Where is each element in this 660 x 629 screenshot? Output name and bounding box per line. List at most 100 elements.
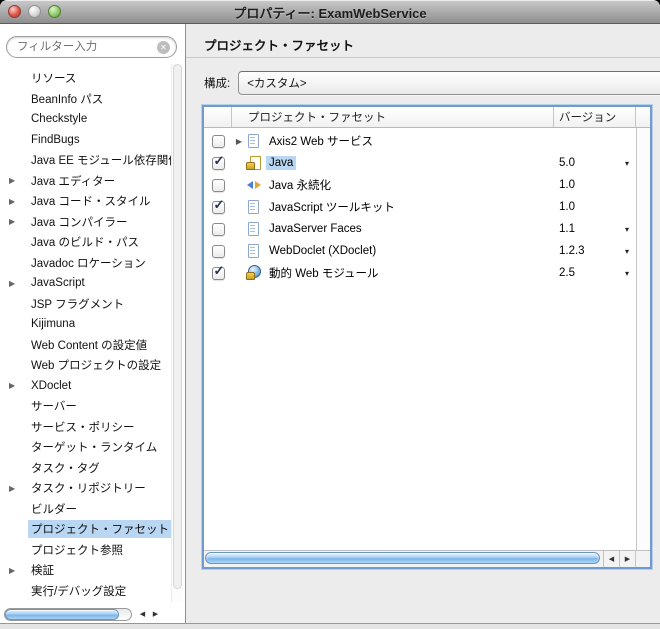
- sidebar-item[interactable]: ▶BeanInfo パス: [0, 89, 185, 110]
- sidebar-vertical-scrollbar[interactable]: [171, 64, 183, 603]
- expander-icon[interactable]: ▶: [9, 484, 15, 493]
- sidebar-item[interactable]: ▶ターゲット・ランタイム: [0, 437, 185, 458]
- facet-table: プロジェクト・ファセット バージョン ✓ ▶Axis2 Web サービス ▾ ✓: [202, 105, 652, 569]
- sidebar-item[interactable]: ▶XDoclet: [0, 376, 185, 397]
- title-bar[interactable]: プロパティー: ExamWebService: [0, 1, 660, 24]
- filter-input[interactable]: [6, 36, 177, 58]
- facet-version: 1.2.3: [559, 245, 585, 257]
- sidebar-item[interactable]: ▶Java EE モジュール依存関係: [0, 150, 185, 171]
- sidebar-item[interactable]: ▶Java コード・スタイル: [0, 191, 185, 212]
- version-menu-icon[interactable]: ▾: [625, 159, 629, 168]
- expander-icon[interactable]: ▶: [232, 137, 246, 146]
- table-row[interactable]: ✓ ▶Java 永続化 1.0▾: [204, 174, 636, 196]
- sidebar-item-label: Javadoc ロケーション: [28, 254, 149, 272]
- scrollbar-track[interactable]: [4, 608, 132, 621]
- sidebar-item[interactable]: ▶リソース: [0, 68, 185, 89]
- table-row[interactable]: ✓ ▶動的 Web モジュール 2.5▾: [204, 262, 636, 284]
- facet-checkbox[interactable]: ✓: [212, 201, 225, 214]
- sidebar-item[interactable]: ▶Web Content の設定値: [0, 335, 185, 356]
- version-menu-icon[interactable]: ▾: [625, 225, 629, 234]
- facet-column-header: プロジェクト・ファセット: [232, 107, 554, 127]
- facet-label: JavaScript ツールキット: [266, 198, 398, 216]
- sidebar-item-label: Java エディター: [28, 172, 118, 190]
- window-bottom-edge: [0, 623, 660, 629]
- facet-checkbox[interactable]: ✓: [212, 267, 225, 280]
- minimize-button[interactable]: [28, 5, 41, 18]
- check-icon: ✓: [214, 153, 225, 169]
- facet-checkbox[interactable]: ✓: [212, 179, 225, 192]
- sidebar-item[interactable]: ▶プロジェクト参照: [0, 540, 185, 561]
- configuration-combo[interactable]: <カスタム>: [238, 71, 660, 95]
- sidebar-item[interactable]: ▶ 検証: [0, 560, 185, 581]
- facet-checkbox[interactable]: ✓: [212, 135, 225, 148]
- window-content: ✕ ▶リソース ▶BeanInfo パス ▶Checkstyle ▶FindBu…: [0, 24, 660, 623]
- facet-checkbox[interactable]: ✓: [212, 245, 225, 258]
- facet-checkbox[interactable]: ✓: [212, 223, 225, 236]
- sidebar-item[interactable]: ▶Javadoc ロケーション: [0, 253, 185, 274]
- sidebar-item[interactable]: ▶ Java エディター: [0, 171, 185, 192]
- sidebar-item[interactable]: ▶Java コンパイラー: [0, 212, 185, 233]
- facet-label: Java 永続化: [266, 176, 334, 194]
- sidebar-item-project-facets[interactable]: ▶プロジェクト・ファセット: [0, 519, 185, 540]
- table-row[interactable]: ✓ ▶Java 5.0▾: [204, 152, 636, 174]
- table-row[interactable]: ✓ ▶WebDoclet (XDoclet) 1.2.3▾: [204, 240, 636, 262]
- sidebar-item[interactable]: ▶ビルダー: [0, 499, 185, 520]
- table-vertical-scrollbar[interactable]: [636, 128, 650, 550]
- zoom-button[interactable]: [48, 5, 61, 18]
- expander-icon[interactable]: ▶: [9, 217, 15, 226]
- sidebar-item[interactable]: ▶Checkstyle: [0, 109, 185, 130]
- expander-icon[interactable]: ▶: [9, 381, 15, 390]
- sidebar-item-label: プロジェクト参照: [28, 541, 126, 559]
- sidebar-item-label: 検証: [28, 561, 57, 579]
- table-row[interactable]: ✓ ▶Axis2 Web サービス ▾: [204, 130, 636, 152]
- configuration-label: 構成:: [204, 75, 230, 91]
- expander-icon[interactable]: ▶: [9, 566, 15, 575]
- expander-icon[interactable]: ▶: [9, 197, 15, 206]
- sidebar-item-label: ビルダー: [28, 500, 80, 518]
- sidebar-item-label: Java のビルド・パス: [28, 233, 142, 251]
- facet-checkbox[interactable]: ✓: [212, 157, 225, 170]
- check-icon: ✓: [214, 263, 225, 279]
- document-icon: [246, 243, 262, 259]
- sidebar-item[interactable]: ▶タスク・リポジトリー: [0, 478, 185, 499]
- sidebar-item[interactable]: ▶Web プロジェクトの設定: [0, 355, 185, 376]
- table-row[interactable]: ✓ ▶JavaScript ツールキット 1.0▾: [204, 196, 636, 218]
- check-icon: ✓: [214, 197, 225, 213]
- close-button[interactable]: [8, 5, 21, 18]
- sidebar-item[interactable]: ▶実行/デバッグ設定: [0, 581, 185, 602]
- web-module-globe-lock-icon: [246, 265, 262, 281]
- sidebar: ✕ ▶リソース ▶BeanInfo パス ▶Checkstyle ▶FindBu…: [0, 24, 186, 623]
- sidebar-item-label: FindBugs: [28, 133, 83, 147]
- sidebar-item[interactable]: ▶タスク・タグ: [0, 458, 185, 479]
- filter-area: ✕: [0, 24, 185, 60]
- scrollbar-thumb[interactable]: [205, 552, 600, 564]
- sidebar-horizontal-scrollbar: ◀ ▶: [0, 605, 185, 623]
- sidebar-item[interactable]: ▶FindBugs: [0, 130, 185, 151]
- title-separator: [186, 57, 660, 58]
- version-menu-icon[interactable]: ▾: [625, 247, 629, 256]
- sidebar-item-label: サービス・ポリシー: [28, 418, 138, 436]
- scrollbar-thumb[interactable]: [5, 609, 119, 620]
- scroll-left-icon[interactable]: ◀: [136, 608, 149, 621]
- sidebar-item[interactable]: ▶サーバー: [0, 396, 185, 417]
- scroll-right-icon[interactable]: ▶: [149, 608, 162, 621]
- clear-filter-icon[interactable]: ✕: [157, 41, 170, 54]
- scrollbar-track[interactable]: [204, 551, 603, 567]
- scrollbar-corner: [635, 551, 650, 567]
- expander-icon[interactable]: ▶: [9, 279, 15, 288]
- version-menu-icon[interactable]: ▾: [625, 269, 629, 278]
- sidebar-item-label: Kijimuna: [28, 317, 78, 331]
- scrollbar-column-header: [636, 107, 650, 127]
- scrollbar-thumb[interactable]: [173, 64, 182, 589]
- table-row[interactable]: ✓ ▶JavaServer Faces 1.1▾: [204, 218, 636, 240]
- sidebar-item[interactable]: ▶JSP フラグメント: [0, 294, 185, 315]
- scroll-left-icon[interactable]: ◀: [603, 551, 619, 567]
- sidebar-item[interactable]: ▶JavaScript: [0, 273, 185, 294]
- scroll-right-icon[interactable]: ▶: [619, 551, 635, 567]
- sidebar-item[interactable]: ▶Java のビルド・パス: [0, 232, 185, 253]
- properties-window: プロパティー: ExamWebService ✕ ▶リソース ▶BeanInfo…: [0, 0, 660, 629]
- sidebar-item[interactable]: ▶サービス・ポリシー: [0, 417, 185, 438]
- sidebar-item[interactable]: ▶Kijimuna: [0, 314, 185, 335]
- expander-icon[interactable]: ▶: [9, 176, 15, 185]
- sidebar-list: ▶リソース ▶BeanInfo パス ▶Checkstyle ▶FindBugs…: [0, 60, 185, 605]
